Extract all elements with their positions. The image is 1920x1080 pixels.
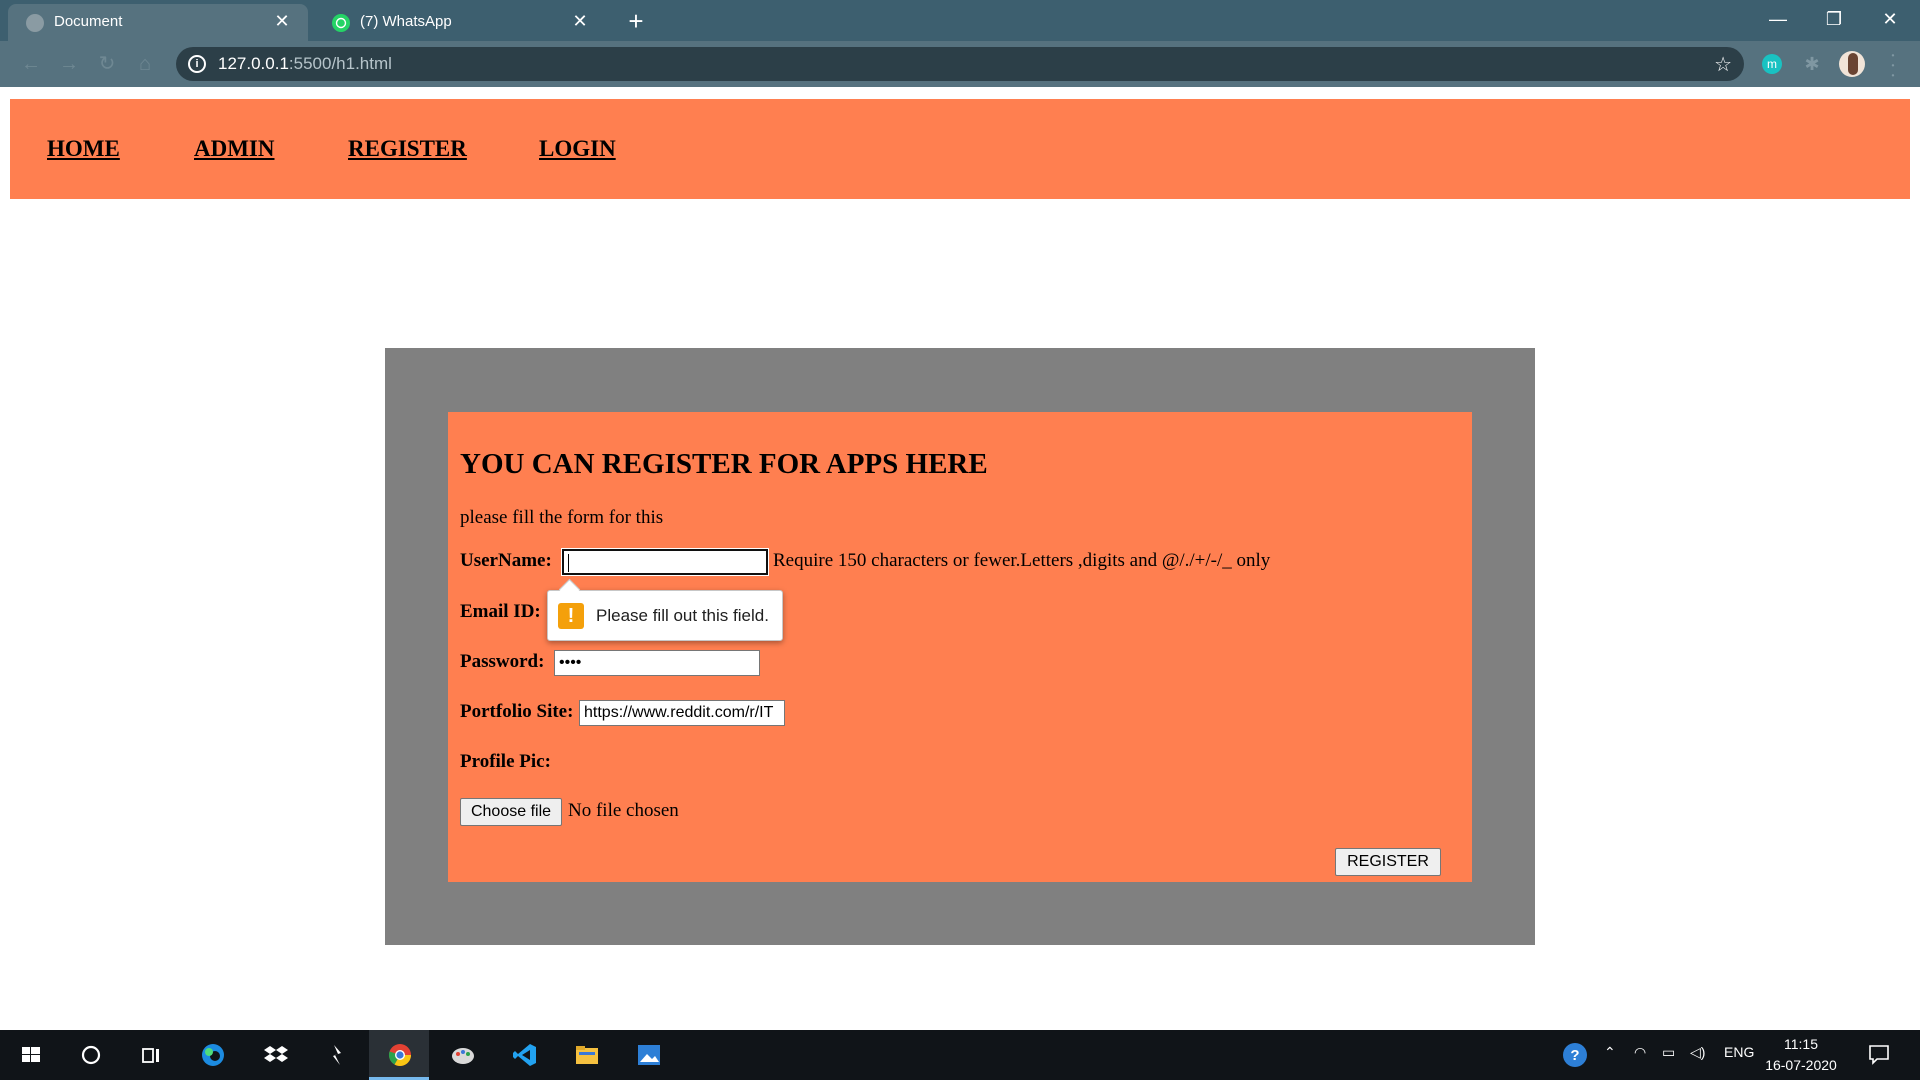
taskbar-clock[interactable]: 11:15 16-07-2020 (1764, 1034, 1838, 1076)
m-extension-icon[interactable]: m (1762, 54, 1782, 74)
close-icon[interactable]: ✕ (272, 11, 292, 31)
window-close-icon[interactable]: ✕ (1862, 0, 1918, 41)
reload-icon[interactable]: ↻ (94, 51, 120, 77)
vscode-icon[interactable] (494, 1030, 554, 1080)
close-icon[interactable]: ✕ (570, 11, 590, 31)
wifi-icon[interactable]: ◠ (1634, 1044, 1646, 1061)
email-label: Email ID: (460, 601, 541, 622)
paint-icon[interactable] (432, 1030, 492, 1080)
username-input[interactable] (561, 548, 769, 576)
info-icon[interactable]: i (188, 55, 206, 73)
chrome-icon[interactable] (369, 1030, 429, 1080)
windows-taskbar: ? ⌃ ◠ ▭ ◁) ENG 11:15 16-07-2020 (0, 1030, 1920, 1080)
portfolio-label: Portfolio Site: (460, 701, 574, 722)
task-view-icon[interactable] (120, 1030, 180, 1080)
password-label: Password: (460, 651, 545, 672)
validation-tooltip: ! Please fill out this field. (547, 590, 783, 641)
home-icon[interactable]: ⌂ (132, 51, 158, 77)
clock-time: 11:15 (1784, 1036, 1818, 1052)
warning-icon: ! (558, 603, 584, 629)
globe-icon (26, 14, 44, 32)
puzzle-icon[interactable]: ✱ (1802, 54, 1822, 74)
menu-dots-icon[interactable]: · · · (1886, 46, 1900, 86)
choose-file-button[interactable]: Choose file (460, 798, 562, 826)
star-icon[interactable]: ☆ (1714, 52, 1732, 77)
site-navbar: HOME ADMIN REGISTER LOGIN (10, 99, 1910, 199)
whatsapp-icon (332, 14, 350, 32)
new-tab-button[interactable]: + (622, 8, 650, 36)
profile-pic-label: Profile Pic: (460, 751, 551, 772)
file-explorer-icon[interactable] (556, 1030, 616, 1080)
portfolio-input[interactable]: https://www.reddit.com/r/IT (579, 700, 785, 726)
register-submit-button[interactable]: REGISTER (1335, 848, 1441, 876)
tab-document[interactable]: Document ✕ (8, 4, 308, 41)
clock-date: 16-07-2020 (1765, 1057, 1837, 1073)
language-indicator[interactable]: ENG (1724, 1044, 1754, 1060)
register-form: YOU CAN REGISTER FOR APPS HERE please fi… (448, 412, 1472, 882)
nav-link-admin[interactable]: ADMIN (194, 136, 275, 162)
tab-title: Document (54, 13, 123, 30)
file-status: No file chosen (568, 800, 679, 821)
restore-icon[interactable]: ❐ (1806, 0, 1862, 41)
form-title: YOU CAN REGISTER FOR APPS HERE (460, 448, 988, 480)
nav-link-register[interactable]: REGISTER (348, 136, 467, 162)
form-subtitle: please fill the form for this (460, 507, 664, 528)
profile-avatar[interactable] (1839, 51, 1865, 77)
address-bar[interactable]: i 127.0.0.1:5500/h1.html ☆ (176, 47, 1744, 81)
tab-title: (7) WhatsApp (360, 13, 452, 30)
windows-start-icon[interactable] (0, 1030, 60, 1080)
forward-arrow-icon[interactable]: → (56, 51, 82, 77)
password-input[interactable]: •••• (554, 650, 760, 676)
chevron-up-icon[interactable]: ⌃ (1604, 1044, 1616, 1061)
tab-whatsapp[interactable]: (7) WhatsApp ✕ (314, 4, 606, 41)
browser-toolbar: ← → ↻ ⌂ i 127.0.0.1:5500/h1.html ☆ m ✱ ·… (0, 41, 1920, 87)
minimize-icon[interactable]: — (1750, 0, 1806, 41)
photos-icon[interactable] (618, 1030, 678, 1080)
dropbox-icon[interactable] (245, 1030, 305, 1080)
validation-message: Please fill out this field. (596, 606, 769, 625)
help-icon[interactable]: ? (1562, 1042, 1588, 1071)
nav-link-home[interactable]: HOME (47, 136, 120, 162)
browser-tab-strip: Document ✕ (7) WhatsApp ✕ + — ❐ ✕ (0, 0, 1920, 41)
text-caret (568, 553, 569, 572)
battery-icon[interactable]: ▭ (1662, 1044, 1675, 1061)
notification-icon[interactable] (1868, 1043, 1890, 1068)
address-url[interactable]: 127.0.0.1:5500/h1.html (218, 54, 392, 74)
username-label: UserName: (460, 550, 552, 571)
back-arrow-icon[interactable]: ← (18, 51, 44, 77)
svg-text:?: ? (1570, 1047, 1579, 1064)
app-icon[interactable] (306, 1030, 366, 1080)
volume-icon[interactable]: ◁) (1690, 1044, 1705, 1061)
edge-icon[interactable] (182, 1030, 242, 1080)
search-icon[interactable] (60, 1030, 120, 1080)
username-hint: Require 150 characters or fewer.Letters … (773, 550, 1271, 571)
nav-link-login[interactable]: LOGIN (539, 136, 616, 162)
